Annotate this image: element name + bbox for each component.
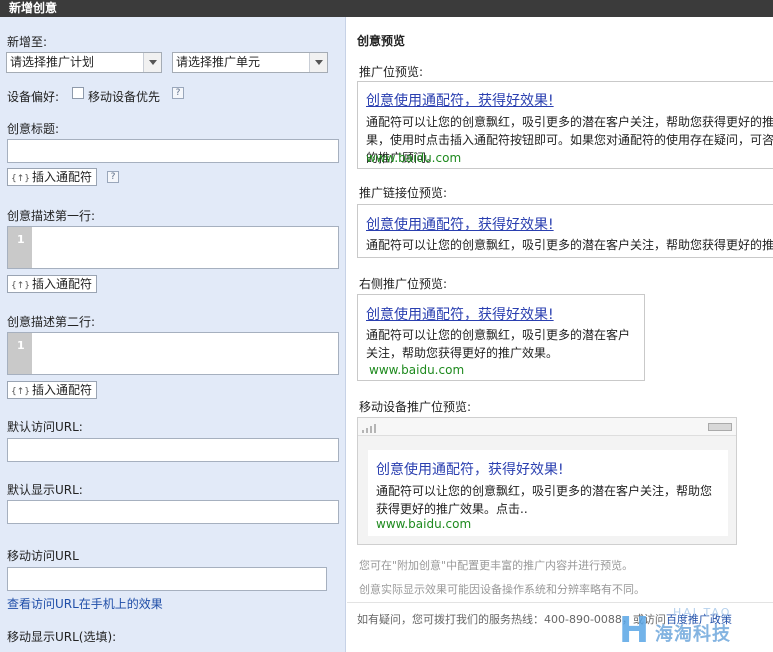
promo-link-preview-label: 推广链接位预览: xyxy=(359,186,448,200)
plan-select[interactable]: 请选择推广计划 xyxy=(6,52,162,73)
line-number-gutter: 1 xyxy=(8,227,32,268)
default-visit-url-label: 默认访问URL: xyxy=(7,420,83,434)
mobile-preview-frame: 创意使用通配符，获得好效果! 通配符可以让您的创意飘红，吸引更多的潜在客户关注，… xyxy=(357,417,737,545)
preview-heading: 创意预览 xyxy=(357,34,406,48)
preview-note-1: 您可在"附加创意"中配置更丰富的推广内容并进行预览。 xyxy=(359,559,634,572)
insert-wildcard-label: 插入通配符 xyxy=(32,383,93,397)
watermark-letter: H xyxy=(619,610,650,651)
ad-url: www.baidu.com xyxy=(376,517,472,531)
chevron-down-icon xyxy=(309,53,327,72)
add-to-label: 新增至: xyxy=(7,35,48,49)
help-icon[interactable]: ? xyxy=(172,87,184,99)
ad-url: www.baidu.com xyxy=(369,363,465,377)
ad-title[interactable]: 创意使用通配符，获得好效果! xyxy=(366,90,554,110)
ad-description: 通配符可以让您的创意飘红，吸引更多的潜在客户关注，帮助您获得更好的推广效果，使用… xyxy=(366,238,773,252)
desc-line2-label: 创意描述第二行: xyxy=(7,315,96,329)
wildcard-icon: {↑} xyxy=(11,387,30,397)
ad-title[interactable]: 创意使用通配符，获得好效果! xyxy=(366,214,554,234)
default-display-url-input[interactable] xyxy=(7,500,339,524)
ad-title[interactable]: 创意使用通配符，获得好效果! xyxy=(376,459,564,479)
phone-status-bar xyxy=(358,418,736,436)
mobile-priority-label: 移动设备优先 xyxy=(88,90,161,104)
mobile-priority-checkbox[interactable] xyxy=(72,87,84,99)
insert-wildcard-button-title[interactable]: {↑} 插入通配符 xyxy=(7,168,98,186)
mobile-preview-label: 移动设备推广位预览: xyxy=(359,400,472,414)
help-icon[interactable]: ? xyxy=(107,171,119,183)
wildcard-icon: {↑} xyxy=(11,281,30,291)
desc-line1-label: 创意描述第一行: xyxy=(7,209,96,223)
watermark-latin: HAI TAO xyxy=(673,606,732,619)
promo-preview-box: 创意使用通配符，获得好效果! 通配符可以让您的创意飘红，吸引更多的潜在客户关注，… xyxy=(357,81,773,169)
chevron-down-icon xyxy=(143,53,161,72)
device-preference-label: 设备偏好: xyxy=(7,90,60,104)
watermark-name: 海淘科技 xyxy=(655,624,731,645)
ad-description: 通配符可以让您的创意飘红，吸引更多的潜在客户关注，帮助您获得更好的推广效果。 xyxy=(366,328,631,360)
right-preview-label: 右侧推广位预览: xyxy=(359,277,448,291)
mobile-visit-url-label: 移动访问URL xyxy=(7,549,79,563)
title-label: 创意标题: xyxy=(7,122,60,136)
insert-wildcard-button-desc1[interactable]: {↑} 插入通配符 xyxy=(7,275,98,293)
creative-preview-panel: 创意预览 推广位预览: 创意使用通配符，获得好效果! 通配符可以让您的创意飘红，… xyxy=(347,17,773,652)
title-input[interactable] xyxy=(7,139,339,163)
ad-title[interactable]: 创意使用通配符，获得好效果! xyxy=(366,304,554,324)
window-title: 新增创意 xyxy=(0,0,773,17)
battery-icon xyxy=(708,423,732,431)
plan-select-value: 请选择推广计划 xyxy=(10,55,95,69)
signal-icon xyxy=(362,422,380,433)
unit-select[interactable]: 请选择推广单元 xyxy=(172,52,328,73)
line-number-gutter: 1 xyxy=(8,333,32,374)
mobile-display-url-label: 移动显示URL(选填): xyxy=(7,630,117,644)
right-preview-box: 创意使用通配符，获得好效果! 通配符可以让您的创意飘红，吸引更多的潜在客户关注，… xyxy=(357,294,645,381)
footer-divider xyxy=(347,602,773,603)
desc-line2-textarea[interactable]: 1 xyxy=(7,332,339,375)
unit-select-value: 请选择推广单元 xyxy=(176,55,261,69)
insert-wildcard-label: 插入通配符 xyxy=(32,277,93,291)
view-mobile-effect-link[interactable]: 查看访问URL在手机上的效果 xyxy=(7,595,163,612)
watermark-logo: HAI TAO H 海淘科技 xyxy=(613,606,773,652)
default-display-url-label: 默认显示URL: xyxy=(7,483,83,497)
ad-url: www.baidu.com xyxy=(366,151,462,165)
desc-line1-textarea[interactable]: 1 xyxy=(7,226,339,269)
mobile-ad-card: 创意使用通配符，获得好效果! 通配符可以让您的创意飘红，吸引更多的潜在客户关注，… xyxy=(368,450,728,536)
preview-note-2: 创意实际显示效果可能因设备操作系统和分辨率略有不同。 xyxy=(359,583,645,596)
promo-link-preview-box: 创意使用通配符，获得好效果! 通配符可以让您的创意飘红，吸引更多的潜在客户关注，… xyxy=(357,204,773,258)
creative-form-panel: 新增至: 请选择推广计划 请选择推广单元 设备偏好: 移动设备优先 ? 创意标题… xyxy=(0,17,346,652)
default-visit-url-input[interactable] xyxy=(7,438,339,462)
wildcard-icon: {↑} xyxy=(11,174,30,184)
insert-wildcard-button-desc2[interactable]: {↑} 插入通配符 xyxy=(7,381,98,399)
ad-description: 通配符可以让您的创意飘红，吸引更多的潜在客户关注，帮助您获得更好的推广效果。点击… xyxy=(376,484,713,516)
insert-wildcard-label: 插入通配符 xyxy=(32,170,93,184)
mobile-visit-url-input[interactable] xyxy=(7,567,327,591)
promo-preview-label: 推广位预览: xyxy=(359,65,424,79)
